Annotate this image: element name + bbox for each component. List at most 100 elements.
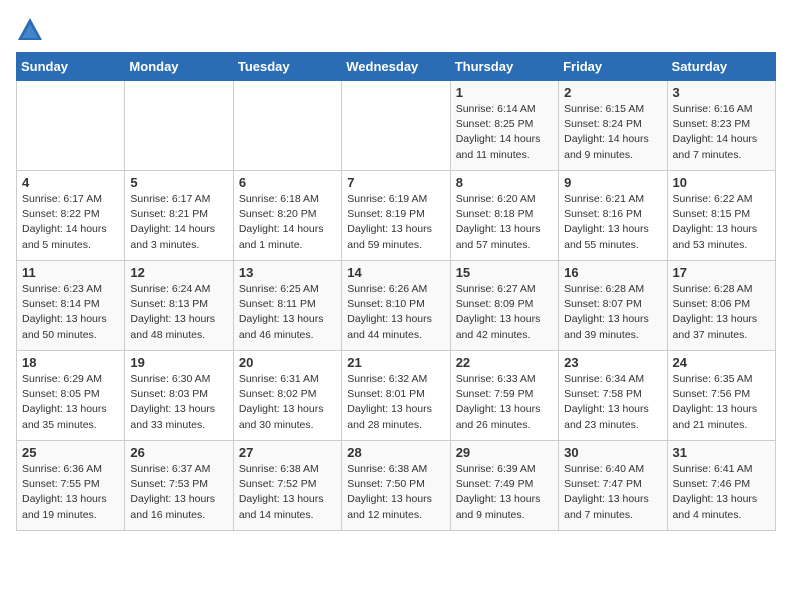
day-number: 18 [22,355,119,370]
day-info: Sunrise: 6:39 AM Sunset: 7:49 PM Dayligh… [456,462,553,523]
day-number: 21 [347,355,444,370]
day-info: Sunrise: 6:40 AM Sunset: 7:47 PM Dayligh… [564,462,661,523]
calendar-cell: 17Sunrise: 6:28 AM Sunset: 8:06 PM Dayli… [667,261,775,351]
calendar-cell [342,81,450,171]
day-number: 28 [347,445,444,460]
calendar-cell: 29 Sunrise: 6:39 AM Sunset: 7:49 PM Dayli… [450,441,558,531]
weekday-header-tuesday: Tuesday [233,53,341,81]
calendar-header: SundayMondayTuesdayWednesdayThursdayFrid… [17,53,776,81]
calendar-week-2: 4 Sunrise: 6:17 AM Sunset: 8:22 PM Daylig… [17,171,776,261]
calendar-cell: 16 Sunrise: 6:28 AM Sunset: 8:07 PM Dayli… [559,261,667,351]
day-number: 14 [347,265,444,280]
day-info: Sunrise: 6:31 AM Sunset: 8:02 PM Dayligh… [239,372,336,433]
calendar-cell [17,81,125,171]
day-number: 10 [673,175,770,190]
day-number: 23 [564,355,661,370]
day-number: 24 [673,355,770,370]
calendar-cell: 6Sunrise: 6:18 AM Sunset: 8:20 PM Daylig… [233,171,341,261]
calendar-cell: 28 Sunrise: 6:38 AM Sunset: 7:50 PM Dayli… [342,441,450,531]
calendar-cell: 26Sunrise: 6:37 AM Sunset: 7:53 PM Dayli… [125,441,233,531]
calendar-cell: 25 Sunrise: 6:36 AM Sunset: 7:55 PM Dayli… [17,441,125,531]
day-info: Sunrise: 6:33 AM Sunset: 7:59 PM Dayligh… [456,372,553,433]
day-info: Sunrise: 6:24 AM Sunset: 8:13 PM Dayligh… [130,282,227,343]
calendar-cell: 15Sunrise: 6:27 AM Sunset: 8:09 PM Dayli… [450,261,558,351]
day-info: Sunrise: 6:16 AM Sunset: 8:23 PM Dayligh… [673,102,770,163]
calendar-week-5: 25 Sunrise: 6:36 AM Sunset: 7:55 PM Dayli… [17,441,776,531]
calendar-cell: 20 Sunrise: 6:31 AM Sunset: 8:02 PM Dayli… [233,351,341,441]
calendar-cell: 27Sunrise: 6:38 AM Sunset: 7:52 PM Dayli… [233,441,341,531]
weekday-header-wednesday: Wednesday [342,53,450,81]
day-number: 9 [564,175,661,190]
day-info: Sunrise: 6:22 AM Sunset: 8:15 PM Dayligh… [673,192,770,253]
day-number: 11 [22,265,119,280]
day-info: Sunrise: 6:28 AM Sunset: 8:06 PM Dayligh… [673,282,770,343]
day-number: 31 [673,445,770,460]
calendar-cell: 19 Sunrise: 6:30 AM Sunset: 8:03 PM Dayli… [125,351,233,441]
calendar-week-1: 1 Sunrise: 6:14 AM Sunset: 8:25 PM Daylig… [17,81,776,171]
day-number: 30 [564,445,661,460]
weekday-header-saturday: Saturday [667,53,775,81]
day-info: Sunrise: 6:20 AM Sunset: 8:18 PM Dayligh… [456,192,553,253]
day-info: Sunrise: 6:19 AM Sunset: 8:19 PM Dayligh… [347,192,444,253]
calendar-cell [125,81,233,171]
logo-icon [16,16,44,44]
calendar-cell: 22 Sunrise: 6:33 AM Sunset: 7:59 PM Dayli… [450,351,558,441]
calendar-cell: 31 Sunrise: 6:41 AM Sunset: 7:46 PM Dayli… [667,441,775,531]
calendar-cell: 30 Sunrise: 6:40 AM Sunset: 7:47 PM Dayli… [559,441,667,531]
calendar-cell: 9 Sunrise: 6:21 AM Sunset: 8:16 PM Daylig… [559,171,667,261]
day-number: 26 [130,445,227,460]
day-number: 29 [456,445,553,460]
day-info: Sunrise: 6:32 AM Sunset: 8:01 PM Dayligh… [347,372,444,433]
calendar-cell: 23 Sunrise: 6:34 AM Sunset: 7:58 PM Dayli… [559,351,667,441]
calendar-cell: 1 Sunrise: 6:14 AM Sunset: 8:25 PM Daylig… [450,81,558,171]
day-number: 5 [130,175,227,190]
calendar-cell: 21 Sunrise: 6:32 AM Sunset: 8:01 PM Dayli… [342,351,450,441]
day-info: Sunrise: 6:17 AM Sunset: 8:21 PM Dayligh… [130,192,227,253]
calendar-cell: 5 Sunrise: 6:17 AM Sunset: 8:21 PM Daylig… [125,171,233,261]
calendar-cell: 14 Sunrise: 6:26 AM Sunset: 8:10 PM Dayli… [342,261,450,351]
page-header [16,16,776,44]
calendar-week-4: 18Sunrise: 6:29 AM Sunset: 8:05 PM Dayli… [17,351,776,441]
day-info: Sunrise: 6:30 AM Sunset: 8:03 PM Dayligh… [130,372,227,433]
calendar-cell: 4 Sunrise: 6:17 AM Sunset: 8:22 PM Daylig… [17,171,125,261]
day-number: 13 [239,265,336,280]
day-number: 16 [564,265,661,280]
calendar-cell: 13Sunrise: 6:25 AM Sunset: 8:11 PM Dayli… [233,261,341,351]
day-info: Sunrise: 6:23 AM Sunset: 8:14 PM Dayligh… [22,282,119,343]
day-info: Sunrise: 6:35 AM Sunset: 7:56 PM Dayligh… [673,372,770,433]
day-info: Sunrise: 6:36 AM Sunset: 7:55 PM Dayligh… [22,462,119,523]
calendar-cell: 8 Sunrise: 6:20 AM Sunset: 8:18 PM Daylig… [450,171,558,261]
day-number: 22 [456,355,553,370]
weekday-header-thursday: Thursday [450,53,558,81]
day-number: 25 [22,445,119,460]
day-info: Sunrise: 6:28 AM Sunset: 8:07 PM Dayligh… [564,282,661,343]
weekday-header-monday: Monday [125,53,233,81]
calendar-cell: 12Sunrise: 6:24 AM Sunset: 8:13 PM Dayli… [125,261,233,351]
calendar-cell: 18Sunrise: 6:29 AM Sunset: 8:05 PM Dayli… [17,351,125,441]
day-info: Sunrise: 6:15 AM Sunset: 8:24 PM Dayligh… [564,102,661,163]
day-number: 20 [239,355,336,370]
calendar-cell: 2 Sunrise: 6:15 AM Sunset: 8:24 PM Daylig… [559,81,667,171]
day-number: 8 [456,175,553,190]
calendar-cell: 11 Sunrise: 6:23 AM Sunset: 8:14 PM Dayli… [17,261,125,351]
day-info: Sunrise: 6:38 AM Sunset: 7:50 PM Dayligh… [347,462,444,523]
calendar-cell: 24 Sunrise: 6:35 AM Sunset: 7:56 PM Dayli… [667,351,775,441]
day-info: Sunrise: 6:34 AM Sunset: 7:58 PM Dayligh… [564,372,661,433]
day-number: 3 [673,85,770,100]
calendar-cell [233,81,341,171]
day-info: Sunrise: 6:17 AM Sunset: 8:22 PM Dayligh… [22,192,119,253]
day-info: Sunrise: 6:27 AM Sunset: 8:09 PM Dayligh… [456,282,553,343]
calendar-cell: 10 Sunrise: 6:22 AM Sunset: 8:15 PM Dayli… [667,171,775,261]
day-number: 1 [456,85,553,100]
day-info: Sunrise: 6:41 AM Sunset: 7:46 PM Dayligh… [673,462,770,523]
day-info: Sunrise: 6:26 AM Sunset: 8:10 PM Dayligh… [347,282,444,343]
calendar-cell: 3 Sunrise: 6:16 AM Sunset: 8:23 PM Daylig… [667,81,775,171]
day-info: Sunrise: 6:21 AM Sunset: 8:16 PM Dayligh… [564,192,661,253]
day-number: 2 [564,85,661,100]
day-info: Sunrise: 6:38 AM Sunset: 7:52 PM Dayligh… [239,462,336,523]
day-info: Sunrise: 6:14 AM Sunset: 8:25 PM Dayligh… [456,102,553,163]
day-number: 19 [130,355,227,370]
logo [16,16,48,44]
day-number: 7 [347,175,444,190]
day-number: 4 [22,175,119,190]
